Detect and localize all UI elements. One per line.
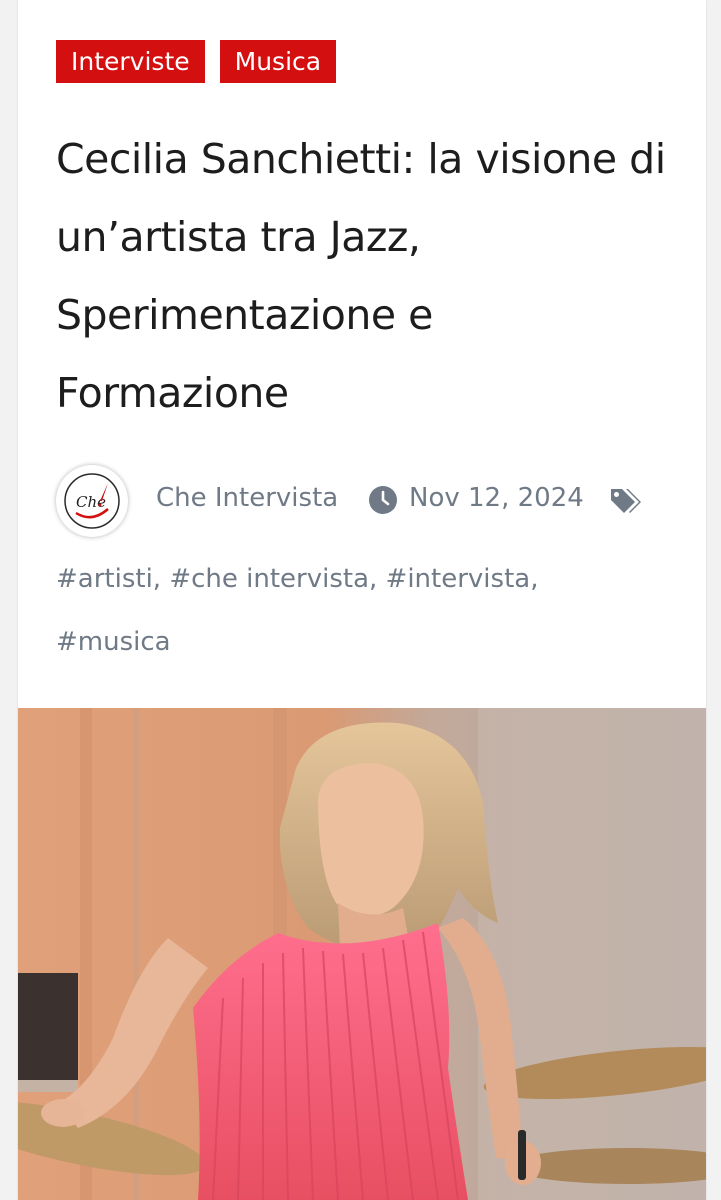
tag-separator: ,	[152, 564, 170, 594]
category-tag-musica[interactable]: Musica	[219, 40, 337, 83]
tag-link[interactable]: #che intervista	[169, 564, 369, 594]
article-card: Interviste Musica Cecilia Sanchietti: la…	[18, 0, 706, 1200]
article-meta: Che Che Intervista Nov 12, 2024	[56, 465, 696, 540]
author-avatar[interactable]: Che	[56, 465, 128, 537]
tag-list: #artisti, #che intervista, #intervista, …	[56, 548, 676, 674]
post-date: Nov 12, 2024	[409, 483, 584, 513]
author-link[interactable]: Che Intervista	[156, 483, 338, 513]
tag-link[interactable]: #musica	[56, 627, 171, 657]
article-title: Cecilia Sanchietti: la visione di un’art…	[56, 135, 666, 417]
tag-separator: ,	[369, 564, 386, 594]
clock-icon	[369, 486, 397, 514]
tag-link[interactable]: #artisti	[56, 564, 153, 594]
category-list: Interviste Musica	[56, 40, 337, 83]
featured-image[interactable]	[18, 708, 706, 1200]
tags-icon	[611, 489, 641, 513]
tag-separator: ,	[530, 564, 539, 594]
avatar-logo: Che	[64, 473, 120, 529]
avatar-text: Che	[76, 493, 106, 511]
tag-link[interactable]: #intervista	[386, 564, 531, 594]
category-tag-interviste[interactable]: Interviste	[56, 40, 205, 83]
